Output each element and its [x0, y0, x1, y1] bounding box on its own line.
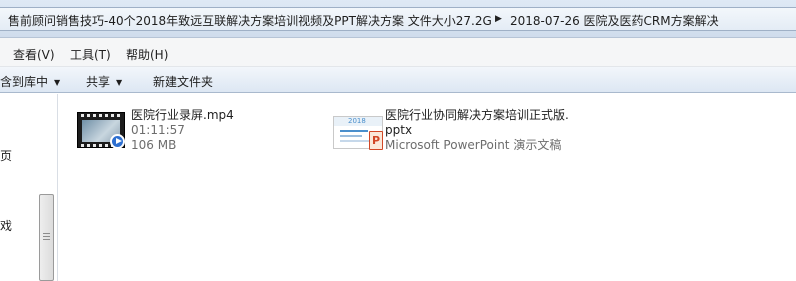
scroll-grip-line — [43, 239, 50, 240]
file-size: 106 MB — [131, 138, 177, 152]
breadcrumb-current-folder[interactable]: 2018-07-26 医院及医药CRM方案解决 — [510, 12, 719, 29]
file-item-video[interactable]: 医院行业录屏.mp4 01:11:57 106 MB — [77, 108, 307, 158]
menu-view[interactable]: 查看(V) — [13, 46, 55, 63]
film-strip-top — [81, 114, 121, 117]
slide-line — [340, 140, 370, 142]
nav-item-label[interactable]: 戏 — [0, 217, 12, 234]
slide-year-label: 2018 — [348, 117, 366, 125]
file-name: 医院行业录屏.mp4 — [131, 108, 234, 122]
share-button[interactable]: 共享 ▼ — [86, 73, 122, 90]
breadcrumb-parent-folder[interactable]: 售前顾问销售技巧-40个2018年致远互联解决方案培训视频及PPT解决方案 文件… — [8, 12, 492, 29]
dropdown-caret-icon: ▼ — [116, 78, 123, 87]
add-to-library-button[interactable]: 含到库中 ▼ — [0, 73, 60, 90]
powerpoint-icon: P — [369, 131, 383, 150]
slide-line — [340, 135, 362, 137]
file-name-line1: 医院行业协同解决方案培训正式版. — [385, 108, 569, 122]
dropdown-caret-icon: ▼ — [54, 78, 61, 87]
add-to-library-label: 含到库中 — [0, 75, 49, 89]
file-list-pane: 医院行业录屏.mp4 01:11:57 106 MB 2018 P 医院行业协同… — [59, 94, 796, 281]
chevron-right-icon[interactable]: ▶ — [495, 14, 502, 24]
nav-scrollbar-thumb[interactable] — [39, 194, 54, 281]
nav-item-label[interactable]: 页 — [0, 147, 12, 164]
share-label: 共享 — [86, 75, 111, 89]
file-item-pptx[interactable]: 2018 P 医院行业协同解决方案培训正式版. pptx Microsoft P… — [333, 108, 613, 158]
menu-help[interactable]: 帮助(H) — [126, 46, 168, 63]
file-type: Microsoft PowerPoint 演示文稿 — [385, 138, 562, 152]
address-field[interactable]: 售前顾问销售技巧-40个2018年致远互联解决方案培训视频及PPT解决方案 文件… — [0, 7, 796, 31]
menu-bar: 查看(V) 工具(T) 帮助(H) — [0, 38, 796, 67]
menu-tools[interactable]: 工具(T) — [70, 46, 111, 63]
file-duration: 01:11:57 — [131, 123, 185, 137]
file-name-line2: pptx — [385, 123, 413, 137]
slide-line — [340, 130, 368, 132]
address-bar: 售前顾问销售技巧-40个2018年致远互联解决方案培训视频及PPT解决方案 文件… — [0, 0, 796, 38]
scroll-grip-line — [43, 233, 50, 234]
command-toolbar: 含到库中 ▼ 共享 ▼ 新建文件夹 — [0, 67, 796, 93]
scroll-grip-line — [43, 236, 50, 237]
play-icon — [110, 134, 125, 149]
new-folder-button[interactable]: 新建文件夹 — [153, 73, 213, 90]
